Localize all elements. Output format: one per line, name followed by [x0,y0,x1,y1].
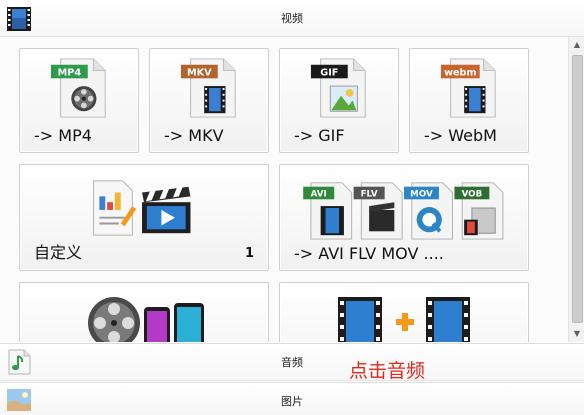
audio-section-header[interactable]: 音频 [0,343,584,381]
tile-to-mkv[interactable]: MKV -> MKV [149,48,269,153]
video-tile-grid: MP4 -> MP4 MKV -> MKV GIF -> GIF webm ->… [0,37,568,342]
svg-text:AVI: AVI [311,189,327,199]
click-audio-hint: 点击音频 [349,360,426,382]
film-strip-file-icon: webm [440,58,496,118]
film-reel-and-phones-icon [88,297,204,342]
tile-custom[interactable]: 自定义 1 [19,164,269,271]
film-plus-film-icon [338,297,470,342]
multi-format-files-icon: AVI FLV MOV VOB [303,182,504,240]
audio-section-title: 音频 [281,356,303,369]
picture-file-icon: GIF [310,58,366,118]
video-section-header[interactable]: 视频 [0,0,584,37]
film-reel-file-icon: MP4 [50,58,106,118]
custom-count-badge: 1 [244,246,254,261]
tile-to-gif[interactable]: GIF -> GIF [279,48,399,153]
scroll-down-arrow-icon[interactable]: ▼ [569,326,584,342]
tile-to-avi-flv-mov[interactable]: AVI FLV MOV VOB -> AVI FLV MOV .... [279,164,529,271]
vertical-scrollbar[interactable]: ▲ ▼ [568,37,584,342]
tile-label: -> GIF [294,126,345,145]
svg-text:FLV: FLV [361,189,378,199]
svg-text:MP4: MP4 [58,67,82,78]
scroll-up-arrow-icon[interactable]: ▲ [569,37,584,53]
film-strip-file-icon: MKV [180,58,236,118]
image-section-header[interactable]: 图片 [0,382,584,415]
svg-text:GIF: GIF [320,67,338,78]
svg-text:VOB: VOB [462,189,483,199]
svg-text:MKV: MKV [187,67,212,78]
image-section-title: 图片 [281,395,303,408]
tile-label: 自定义 [34,243,83,262]
svg-text:webm: webm [444,67,477,78]
tile-to-mp4[interactable]: MP4 -> MP4 [19,48,139,153]
tile-label: -> WebM [424,126,497,145]
tile-merge-videos[interactable] [279,282,529,342]
scrollbar-thumb[interactable] [572,55,583,323]
tile-label: -> AVI FLV MOV .... [294,244,444,263]
svg-text:MOV: MOV [410,189,433,199]
tile-label: -> MP4 [34,126,92,145]
tile-label: -> MKV [164,126,224,145]
tile-to-webm[interactable]: webm -> WebM [409,48,529,153]
document-and-clapperboard-icon [93,180,191,236]
video-section-title: 视频 [281,12,303,25]
tile-to-mobile-devices[interactable] [19,282,269,342]
